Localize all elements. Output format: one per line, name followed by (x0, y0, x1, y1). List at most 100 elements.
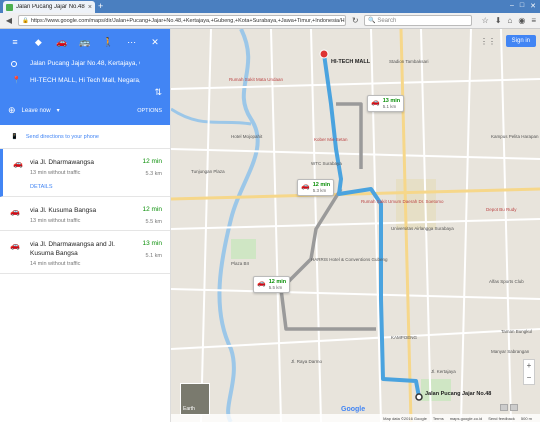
phone-icon: 📱 (11, 133, 18, 140)
route-option[interactable]: 🚗 via Jl. Dharmawangsa 13 min without tr… (0, 149, 170, 197)
search-placeholder: Search (377, 18, 397, 24)
bubble-distance: 5.1 km (382, 104, 397, 109)
apps-grid-icon[interactable]: ⋮⋮ (480, 37, 496, 46)
maximize-icon[interactable]: □ (520, 2, 524, 10)
destination-label: HI-TECH MALL (331, 59, 371, 65)
route-time: 12 min (142, 158, 162, 165)
pegman-icon[interactable] (500, 404, 508, 411)
route-distance: 5.1 km (145, 253, 162, 259)
origin-label: Jalan Pucang Jajar No.48 (425, 391, 492, 397)
details-link[interactable]: DETAILS (30, 184, 162, 190)
leave-now-dropdown[interactable]: Leave now (22, 108, 51, 114)
map-label: Rumah Sakit Mata Undaan (229, 77, 284, 82)
map-label: Kober Mie Setan (314, 137, 348, 142)
send-feedback-link[interactable]: Send feedback (488, 416, 515, 421)
map-label: Universitas Airlangga Surabaya (391, 226, 454, 231)
zoom-out-button[interactable]: − (524, 372, 534, 384)
map-label: Alfas Sports Club (489, 279, 524, 284)
url-bar[interactable]: 🔒 https://www.google.com/maps/dir/Jalan+… (17, 15, 347, 26)
earth-view-toggle[interactable]: Earth (180, 383, 210, 415)
send-to-phone-label: Send directions to your phone (25, 133, 99, 140)
map-label: Tunjungan Plaza (191, 169, 225, 174)
more-icon[interactable]: ⋯ (125, 37, 139, 48)
bubble-distance: 5.5 km (268, 285, 283, 290)
route-bubble[interactable]: 🚗 12 min 5.5 km (253, 276, 291, 293)
bubble-distance: 5.3 km (312, 188, 327, 193)
map-label: KAMPOENG (391, 335, 418, 340)
home-icon[interactable]: ⌂ (508, 16, 513, 25)
route-option[interactable]: 🚗 via Jl. Kusuma Bangsa 13 min without t… (0, 197, 170, 231)
close-window-icon[interactable]: ✕ (530, 2, 536, 10)
map-data-text: Map data ©2016 Google (383, 415, 427, 421)
swap-icon[interactable]: ⇅ (154, 87, 162, 98)
directions-header: ≡ ◆ 🚗 🚌 🚶 ⋯ ✕ Jalan Pucang Jajar No.48, … (0, 29, 170, 125)
browser-tab[interactable]: Jalan Pucang Jajar No.48 to... × (3, 1, 95, 13)
leave-now-row: ⊕ Leave now ▾ OPTIONS (8, 105, 162, 116)
car-mode-icon[interactable]: 🚗 (55, 37, 69, 48)
zoom-control: + − (523, 359, 535, 385)
earth-label: Earth (183, 406, 195, 412)
destination-pin-icon: 📍 (12, 77, 21, 84)
car-icon: 🚗 (10, 207, 20, 216)
map-label: Jl. Kertajaya (431, 369, 456, 374)
car-icon: 🚗 (13, 159, 23, 168)
close-tab-icon[interactable]: × (88, 4, 92, 11)
route-traffic: 14 min without traffic (30, 261, 81, 267)
zoom-in-button[interactable]: + (524, 360, 534, 372)
route-option[interactable]: 🚗 via Jl. Dharmawangsa and Jl. Kusuma Ba… (0, 231, 170, 274)
route-distance: 5.5 km (145, 219, 162, 225)
browser-navbar: ◀ 🔒 https://www.google.com/maps/dir/Jala… (0, 13, 540, 29)
url-text: https://www.google.com/maps/dir/Jalan+Pu… (30, 18, 347, 24)
route-bubble[interactable]: 🚗 13 min 5.1 km (367, 95, 405, 112)
map-label: Rumah Sakit Umum Daerah Dr. Soetomo (361, 199, 444, 204)
travel-mode-row: ≡ ◆ 🚗 🚌 🚶 ⋯ ✕ (8, 37, 162, 48)
origin-input[interactable]: Jalan Pucang Jajar No.48, Kertajaya, G..… (30, 60, 140, 67)
tab-title: Jalan Pucang Jajar No.48 to... (16, 4, 85, 10)
layer-icon[interactable] (510, 404, 518, 411)
back-icon[interactable]: ◀ (4, 16, 14, 26)
route-traffic: 13 min without traffic (30, 218, 81, 224)
sign-in-button[interactable]: Sign in (505, 35, 536, 47)
window-controls: – □ ✕ (510, 2, 536, 10)
google-logo: Google (341, 406, 366, 413)
close-directions-icon[interactable]: ✕ (148, 37, 162, 48)
bookmark-star-icon[interactable]: ☆ (482, 16, 489, 25)
search-input[interactable]: 🔍 Search (364, 15, 472, 26)
transit-mode-icon[interactable]: 🚌 (78, 37, 92, 48)
terms-link[interactable]: Terms (433, 416, 444, 421)
scale-bar: 500 m (520, 415, 532, 421)
route-bubble[interactable]: 🚗 12 min 5.3 km (297, 179, 335, 196)
route-time: 12 min (142, 206, 162, 213)
car-icon: 🚗 (257, 280, 266, 287)
send-to-phone-row[interactable]: 📱 Send directions to your phone (0, 125, 170, 149)
destination-input[interactable]: HI-TECH MALL, Hi Tech Mall, Negara, K... (30, 77, 140, 84)
car-icon: 🚗 (301, 183, 310, 190)
minimize-icon[interactable]: – (510, 2, 514, 10)
walk-mode-icon[interactable]: 🚶 (101, 37, 115, 48)
download-icon[interactable]: ⬇ (495, 16, 502, 25)
route-name: via Jl. Kusuma Bangsa (30, 207, 97, 214)
menu-icon[interactable]: ≡ (531, 16, 536, 25)
extension-icon[interactable]: ◉ (518, 16, 525, 25)
browser-tabbar: Jalan Pucang Jajar No.48 to... × + – □ ✕ (0, 0, 540, 13)
map-label: Manyar Sabrangan (491, 349, 530, 354)
map-canvas[interactable]: Stadion Tambaksari Rumah Sakit Mata Unda… (171, 29, 540, 422)
map-label: Hotel Mojopahit (231, 134, 263, 139)
chevron-down-icon[interactable]: ▾ (57, 107, 60, 114)
map-label: Jl. Raya Darmo (291, 359, 323, 364)
directions-panel: ≡ ◆ 🚗 🚌 🚶 ⋯ ✕ Jalan Pucang Jajar No.48, … (0, 29, 171, 422)
route-traffic: 13 min without traffic (30, 170, 81, 176)
map-footer: Map data ©2016 Google Terms maps.google.… (171, 414, 540, 422)
map-label: WTC Surabaya (311, 161, 342, 166)
route-name: via Jl. Dharmawangsa (30, 159, 94, 166)
map-roads (171, 29, 540, 422)
best-route-icon[interactable]: ◆ (31, 37, 45, 48)
reload-icon[interactable]: ↻ (350, 16, 360, 26)
car-icon: 🚗 (10, 241, 20, 250)
options-button[interactable]: OPTIONS (137, 108, 162, 114)
route-time: 13 min (142, 240, 162, 247)
add-destination-icon[interactable]: ⊕ (8, 105, 16, 116)
menu-hamburger-icon[interactable]: ≡ (8, 37, 22, 48)
map-label: Kampus Pelita Harapan (491, 134, 539, 139)
new-tab-icon[interactable]: + (98, 2, 103, 11)
